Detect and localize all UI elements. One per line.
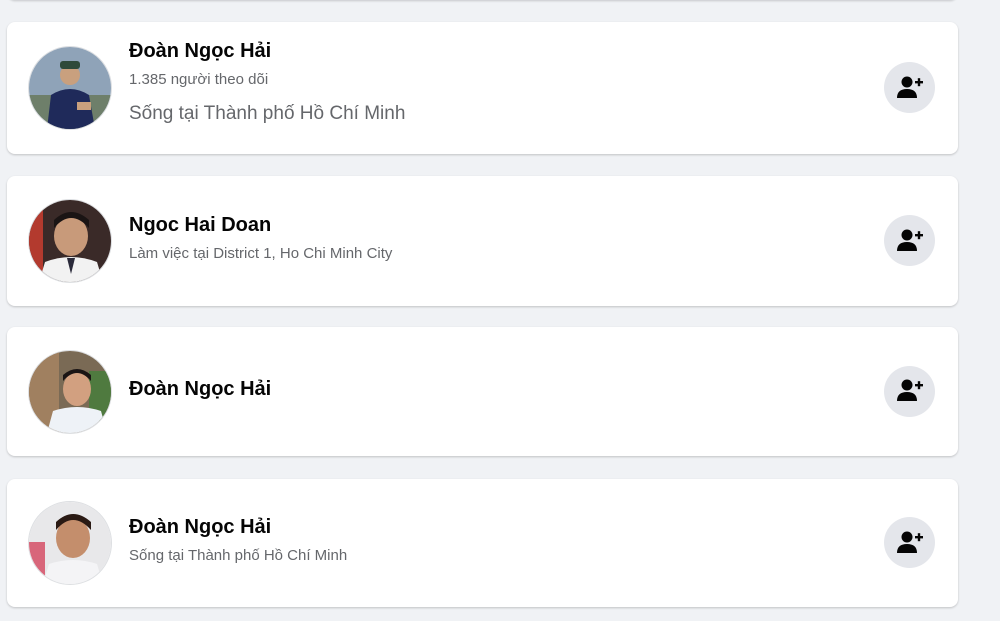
add-friend-icon (896, 229, 923, 251)
add-friend-icon (896, 379, 923, 401)
search-result-card[interactable]: Đoàn Ngọc Hải Sống tại Thành phố Hồ Chí … (7, 479, 958, 607)
avatar[interactable] (28, 199, 112, 283)
result-name[interactable]: Ngoc Hai Doan (129, 214, 392, 237)
result-name[interactable]: Đoàn Ngọc Hải (129, 378, 271, 401)
result-name[interactable]: Đoàn Ngọc Hải (129, 516, 347, 539)
result-workplace: Làm việc tại District 1, Ho Chi Minh Cit… (129, 245, 393, 262)
add-friend-icon (896, 76, 923, 98)
add-friend-button[interactable] (884, 62, 935, 113)
result-name[interactable]: Đoàn Ngọc Hải (129, 40, 405, 63)
add-friend-icon (896, 531, 923, 553)
add-friend-button[interactable] (884, 365, 935, 417)
search-result-card[interactable]: Đoàn Ngọc Hải (7, 327, 958, 456)
avatar[interactable] (28, 349, 112, 434)
search-result-card[interactable]: Đoàn Ngọc Hải 1.385 người theo dõi Sống … (7, 22, 958, 154)
result-followers: 1.385 người theo dõi (129, 71, 269, 88)
search-result-card[interactable]: Ngoc Hai Doan Làm việc tại District 1, H… (7, 176, 958, 306)
avatar[interactable] (28, 46, 112, 130)
result-location: Sống tại Thành phố Hồ Chí Minh (129, 103, 406, 124)
add-friend-button[interactable] (884, 215, 935, 266)
avatar[interactable] (28, 501, 112, 585)
result-location: Sống tại Thành phố Hồ Chí Minh (129, 547, 348, 564)
add-friend-button[interactable] (884, 517, 935, 568)
